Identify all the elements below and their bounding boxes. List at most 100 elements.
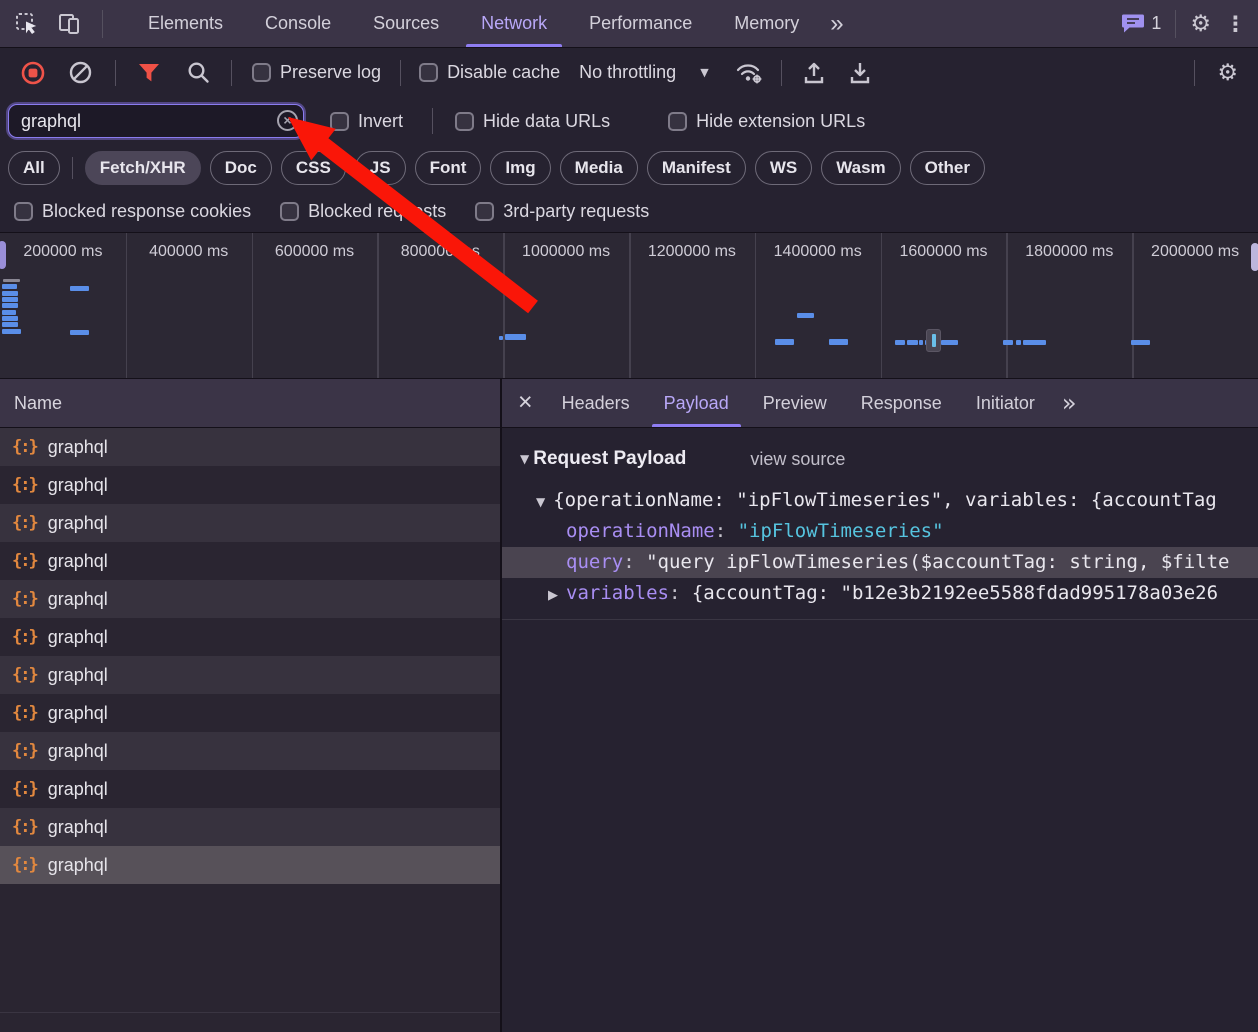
blocked-response-cookies-label: Blocked response cookies: [42, 201, 251, 222]
tab-network[interactable]: Network: [460, 0, 568, 47]
filter-chip-img[interactable]: Img: [490, 151, 550, 185]
filter-chip-font[interactable]: Font: [415, 151, 482, 185]
filter-input[interactable]: [8, 104, 304, 138]
timeline-gridline: [755, 233, 757, 378]
blocked-response-cookies-checkbox-box[interactable]: [14, 202, 33, 221]
timeline-tick-label: 1400000 ms: [755, 233, 881, 270]
settings-gear-icon[interactable]: ⚙: [1190, 11, 1211, 37]
request-row[interactable]: {:}graphql: [0, 846, 500, 884]
close-details-icon[interactable]: ×: [518, 388, 533, 417]
blocked-requests-checkbox[interactable]: Blocked requests: [280, 201, 446, 222]
3rd-party-requests-checkbox[interactable]: 3rd-party requests: [475, 201, 649, 222]
hide-data-urls-checkbox-box[interactable]: [455, 112, 474, 131]
hide-extension-urls-checkbox[interactable]: Hide extension URLs: [668, 111, 865, 132]
tab-sources[interactable]: Sources: [352, 0, 460, 47]
expand-icon[interactable]: ▶: [548, 588, 558, 603]
details-tab-initiator[interactable]: Initiator: [959, 379, 1052, 427]
search-icon[interactable]: [186, 60, 211, 85]
request-row[interactable]: {:}graphql: [0, 770, 500, 808]
filter-chip-ws[interactable]: WS: [755, 151, 812, 185]
filter-chip-css[interactable]: CSS: [281, 151, 346, 185]
toolbar-divider: [400, 60, 401, 86]
more-details-tabs-chevron-icon[interactable]: »: [1052, 389, 1084, 417]
payload-entry-variables[interactable]: ▶variables: {accountTag: "b12e3b2192ee55…: [502, 578, 1258, 609]
filter-chip-js[interactable]: JS: [355, 151, 406, 185]
filter-chip-manifest[interactable]: Manifest: [647, 151, 746, 185]
collapse-object-icon[interactable]: ▼: [536, 495, 545, 509]
request-row[interactable]: {:}graphql: [0, 428, 500, 466]
preserve-log-label: Preserve log: [280, 62, 381, 83]
request-row[interactable]: {:}graphql: [0, 618, 500, 656]
filter-chip-doc[interactable]: Doc: [210, 151, 272, 185]
fetch-xhr-icon: {:}: [12, 703, 37, 723]
invert-checkbox[interactable]: Invert: [330, 111, 403, 132]
issues-message-icon[interactable]: [1121, 13, 1145, 34]
invert-checkbox-box[interactable]: [330, 112, 349, 131]
device-toolbar-icon[interactable]: [58, 12, 84, 36]
clear-network-log-icon[interactable]: [68, 60, 93, 85]
hide-data-urls-label: Hide data URLs: [483, 111, 610, 132]
tab-console[interactable]: Console: [244, 0, 352, 47]
details-tab-payload[interactable]: Payload: [647, 379, 746, 427]
request-row[interactable]: {:}graphql: [0, 732, 500, 770]
filter-chip-media[interactable]: Media: [560, 151, 638, 185]
request-details-panel: × HeadersPayloadPreviewResponseInitiator…: [500, 379, 1258, 1032]
name-column-header[interactable]: Name: [0, 379, 500, 428]
disable-cache-checkbox-box[interactable]: [419, 63, 438, 82]
request-name: graphql: [48, 665, 108, 686]
network-settings-gear-icon[interactable]: ⚙: [1217, 60, 1238, 86]
view-source-link[interactable]: view source: [750, 449, 845, 470]
request-row[interactable]: {:}graphql: [0, 542, 500, 580]
selected-request-marker[interactable]: [926, 329, 941, 352]
filter-chip-fetch-xhr[interactable]: Fetch/XHR: [85, 151, 201, 185]
3rd-party-requests-checkbox-box[interactable]: [475, 202, 494, 221]
request-rows: {:}graphql{:}graphql{:}graphql{:}graphql…: [0, 428, 500, 884]
request-row[interactable]: {:}graphql: [0, 580, 500, 618]
request-row[interactable]: {:}graphql: [0, 466, 500, 504]
request-row[interactable]: {:}graphql: [0, 808, 500, 846]
kebab-menu-icon[interactable]: ⋮: [1225, 12, 1246, 36]
disable-cache-checkbox[interactable]: Disable cache: [419, 62, 560, 83]
payload-summary-line[interactable]: ▼{operationName: "ipFlowTimeseries", var…: [502, 485, 1258, 516]
details-tab-headers[interactable]: Headers: [545, 379, 647, 427]
filter-chip-all[interactable]: All: [8, 151, 60, 185]
inspect-element-icon[interactable]: [14, 11, 40, 37]
request-row[interactable]: {:}graphql: [0, 694, 500, 732]
waterfall-bar: [1003, 340, 1013, 345]
request-list-panel: Name {:}graphql{:}graphql{:}graphql{:}gr…: [0, 379, 500, 1032]
preserve-log-checkbox[interactable]: Preserve log: [252, 62, 381, 83]
request-payload-section-header[interactable]: ▼ Request Payload view source: [520, 443, 1258, 475]
collapse-section-icon[interactable]: ▼: [520, 452, 529, 466]
hide-extension-urls-checkbox-box[interactable]: [668, 112, 687, 131]
issues-count[interactable]: 1: [1151, 13, 1161, 34]
payload-entry-operationname[interactable]: operationName: "ipFlowTimeseries": [502, 516, 1258, 547]
details-tab-preview[interactable]: Preview: [746, 379, 844, 427]
filter-chip-wasm[interactable]: Wasm: [821, 151, 900, 185]
clear-filter-icon[interactable]: ×: [277, 110, 298, 131]
throttling-select[interactable]: No throttling ▼: [579, 62, 709, 83]
tab-memory[interactable]: Memory: [713, 0, 820, 47]
payload-content: ▼ Request Payload view source ▼{operatio…: [502, 443, 1258, 620]
import-har-icon[interactable]: [802, 60, 826, 86]
network-overview-timeline[interactable]: 200000 ms400000 ms600000 ms800000 ms1000…: [0, 232, 1258, 379]
request-row[interactable]: {:}graphql: [0, 656, 500, 694]
tab-performance[interactable]: Performance: [568, 0, 713, 47]
record-network-log-icon[interactable]: [20, 60, 46, 86]
filter-funnel-icon[interactable]: [137, 61, 162, 85]
tab-elements[interactable]: Elements: [127, 0, 244, 47]
network-conditions-icon[interactable]: [735, 60, 765, 86]
timeline-tick-label: 2000000 ms: [1132, 233, 1258, 270]
blocked-response-cookies-checkbox[interactable]: Blocked response cookies: [14, 201, 251, 222]
request-row[interactable]: {:}graphql: [0, 504, 500, 542]
export-har-icon[interactable]: [848, 60, 872, 86]
filter-chip-other[interactable]: Other: [910, 151, 985, 185]
preserve-log-checkbox-box[interactable]: [252, 63, 271, 82]
request-name: graphql: [48, 855, 108, 876]
payload-entry-query[interactable]: query: "query ipFlowTimeseries($accountT…: [502, 547, 1258, 578]
fetch-xhr-icon: {:}: [12, 437, 37, 457]
timeline-gridline: [1132, 233, 1134, 378]
details-tab-response[interactable]: Response: [844, 379, 959, 427]
blocked-requests-checkbox-box[interactable]: [280, 202, 299, 221]
hide-data-urls-checkbox[interactable]: Hide data URLs: [455, 111, 610, 132]
more-panels-chevron-icon[interactable]: »: [820, 0, 850, 47]
